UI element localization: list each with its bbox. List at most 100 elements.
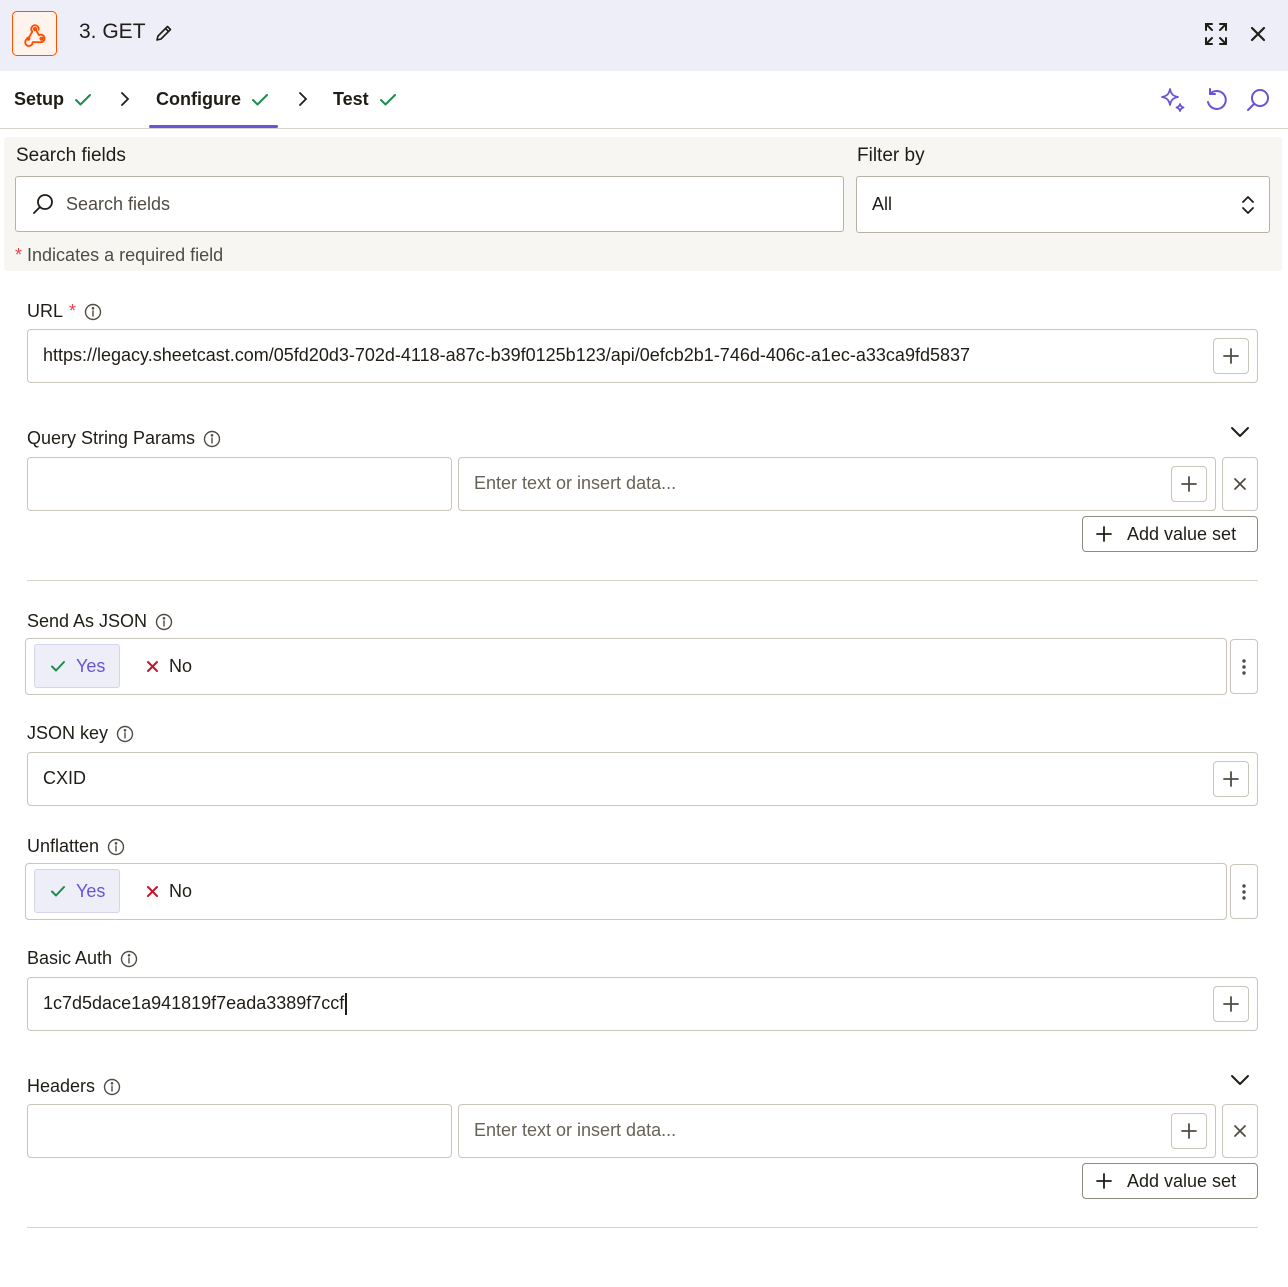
headers-label-text: Headers — [27, 1076, 96, 1096]
info-icon[interactable] — [84, 303, 102, 321]
basic-auth-field[interactable]: 1c7d5dace1a941819f7eada3389f7ccf — [27, 977, 1258, 1031]
x-icon — [147, 660, 158, 672]
search-fields-box[interactable] — [15, 176, 844, 232]
info-icon[interactable] — [155, 613, 173, 631]
plus-icon — [1223, 348, 1239, 364]
info-icon[interactable] — [203, 430, 221, 448]
plus-icon — [1181, 476, 1197, 492]
close-icon[interactable] — [1244, 20, 1272, 48]
url-label: URL * — [27, 301, 102, 322]
tab-setup[interactable]: Setup — [14, 89, 92, 110]
url-value: https://legacy.sheetcast.com/05fd20d3-70… — [43, 345, 971, 365]
no-label: No — [169, 880, 193, 901]
undo-icon[interactable] — [1201, 85, 1231, 115]
filter-select[interactable]: All — [856, 176, 1270, 233]
close-icon — [1234, 478, 1246, 490]
query-param-value-field[interactable]: Enter text or insert data... — [458, 457, 1216, 511]
send-as-json-toggle: Yes No — [25, 638, 1227, 695]
step-tabs: Setup Configure Test — [0, 71, 1288, 129]
basic-auth-label-text: Basic Auth — [27, 948, 113, 968]
yes-label: Yes — [76, 880, 106, 901]
tab-test[interactable]: Test — [333, 89, 397, 110]
chevron-down-icon[interactable] — [1228, 1068, 1252, 1092]
required-star: * — [15, 245, 23, 265]
text-cursor — [345, 993, 347, 1016]
headers-label: Headers — [27, 1076, 121, 1097]
check-icon — [75, 93, 92, 105]
expand-icon[interactable] — [1202, 20, 1230, 48]
required-star: * — [69, 301, 77, 321]
more-options-button[interactable] — [1230, 864, 1258, 919]
chevron-down-icon[interactable] — [1228, 420, 1252, 444]
pencil-icon[interactable] — [154, 23, 174, 48]
url-label-text: URL — [27, 301, 64, 321]
insert-data-button[interactable] — [1171, 466, 1207, 502]
kebab-icon — [1242, 658, 1246, 675]
check-icon — [252, 93, 268, 105]
unflatten-label: Unflatten — [27, 836, 125, 857]
yes-option[interactable]: Yes — [34, 644, 120, 688]
yes-option[interactable]: Yes — [34, 869, 120, 913]
insert-data-button[interactable] — [1213, 761, 1249, 797]
query-param-key-field[interactable] — [27, 457, 452, 511]
add-value-set-button[interactable]: Add value set — [1082, 516, 1258, 552]
kebab-icon — [1242, 883, 1246, 900]
info-icon[interactable] — [103, 1078, 121, 1096]
tab-configure[interactable]: Configure — [156, 89, 269, 110]
plus-icon — [1223, 996, 1239, 1012]
no-option[interactable]: No — [146, 869, 192, 913]
header-value-placeholder: Enter text or insert data... — [474, 1120, 677, 1140]
ai-sparkle-icon[interactable] — [1158, 85, 1188, 115]
url-field[interactable]: https://legacy.sheetcast.com/05fd20d3-70… — [27, 329, 1258, 383]
remove-row-button[interactable] — [1222, 1104, 1258, 1158]
query-string-params-label-text: Query String Params — [27, 428, 196, 448]
info-icon[interactable] — [120, 950, 138, 968]
filter-by-label: Filter by — [857, 145, 925, 166]
yes-label: Yes — [76, 655, 106, 676]
plus-icon — [1181, 1123, 1197, 1139]
query-param-value-placeholder: Enter text or insert data... — [474, 473, 677, 493]
search-icon[interactable] — [1243, 85, 1273, 115]
webhook-icon — [12, 11, 57, 56]
insert-data-button[interactable] — [1213, 986, 1249, 1022]
info-icon[interactable] — [107, 838, 125, 856]
json-key-value: CXID — [43, 768, 87, 788]
no-label: No — [169, 655, 193, 676]
search-fields-input[interactable] — [66, 177, 826, 231]
send-as-json-label-text: Send As JSON — [27, 611, 148, 631]
unflatten-label-text: Unflatten — [27, 836, 100, 856]
check-icon — [51, 885, 65, 896]
info-icon[interactable] — [116, 725, 134, 743]
remove-row-button[interactable] — [1222, 457, 1258, 511]
tab-test-label: Test — [333, 89, 369, 109]
tab-configure-label: Configure — [156, 89, 241, 109]
select-arrows-icon — [1242, 196, 1254, 214]
send-as-json-label: Send As JSON — [27, 611, 173, 632]
query-string-params-label: Query String Params — [27, 428, 221, 449]
check-icon — [379, 93, 396, 105]
basic-auth-label: Basic Auth — [27, 948, 138, 969]
tab-setup-label: Setup — [14, 89, 65, 109]
search-fields-label: Search fields — [16, 145, 126, 166]
no-option[interactable]: No — [146, 644, 192, 688]
basic-auth-input: 1c7d5dace1a941819f7eada3389f7ccf — [43, 993, 347, 1016]
filter-selected-value: All — [872, 194, 893, 214]
unflatten-toggle: Yes No — [25, 863, 1227, 920]
plus-icon — [1096, 526, 1112, 542]
check-icon — [51, 660, 65, 671]
step-header: 3. GET — [0, 0, 1288, 71]
active-tab-indicator — [149, 125, 278, 128]
plus-icon — [1223, 771, 1239, 787]
more-options-button[interactable] — [1230, 639, 1258, 694]
header-key-field[interactable] — [27, 1104, 452, 1158]
step-title: 3. GET — [79, 20, 146, 43]
add-value-set-label: Add value set — [1127, 1170, 1237, 1191]
add-value-set-button[interactable]: Add value set — [1082, 1163, 1258, 1199]
header-value-field[interactable]: Enter text or insert data... — [458, 1104, 1216, 1158]
insert-data-button[interactable] — [1171, 1113, 1207, 1149]
json-key-field[interactable]: CXID — [27, 752, 1258, 806]
json-key-label: JSON key — [27, 723, 134, 744]
chevron-right-icon — [296, 90, 310, 113]
insert-data-button[interactable] — [1213, 338, 1249, 374]
chevron-right-icon — [118, 90, 132, 113]
